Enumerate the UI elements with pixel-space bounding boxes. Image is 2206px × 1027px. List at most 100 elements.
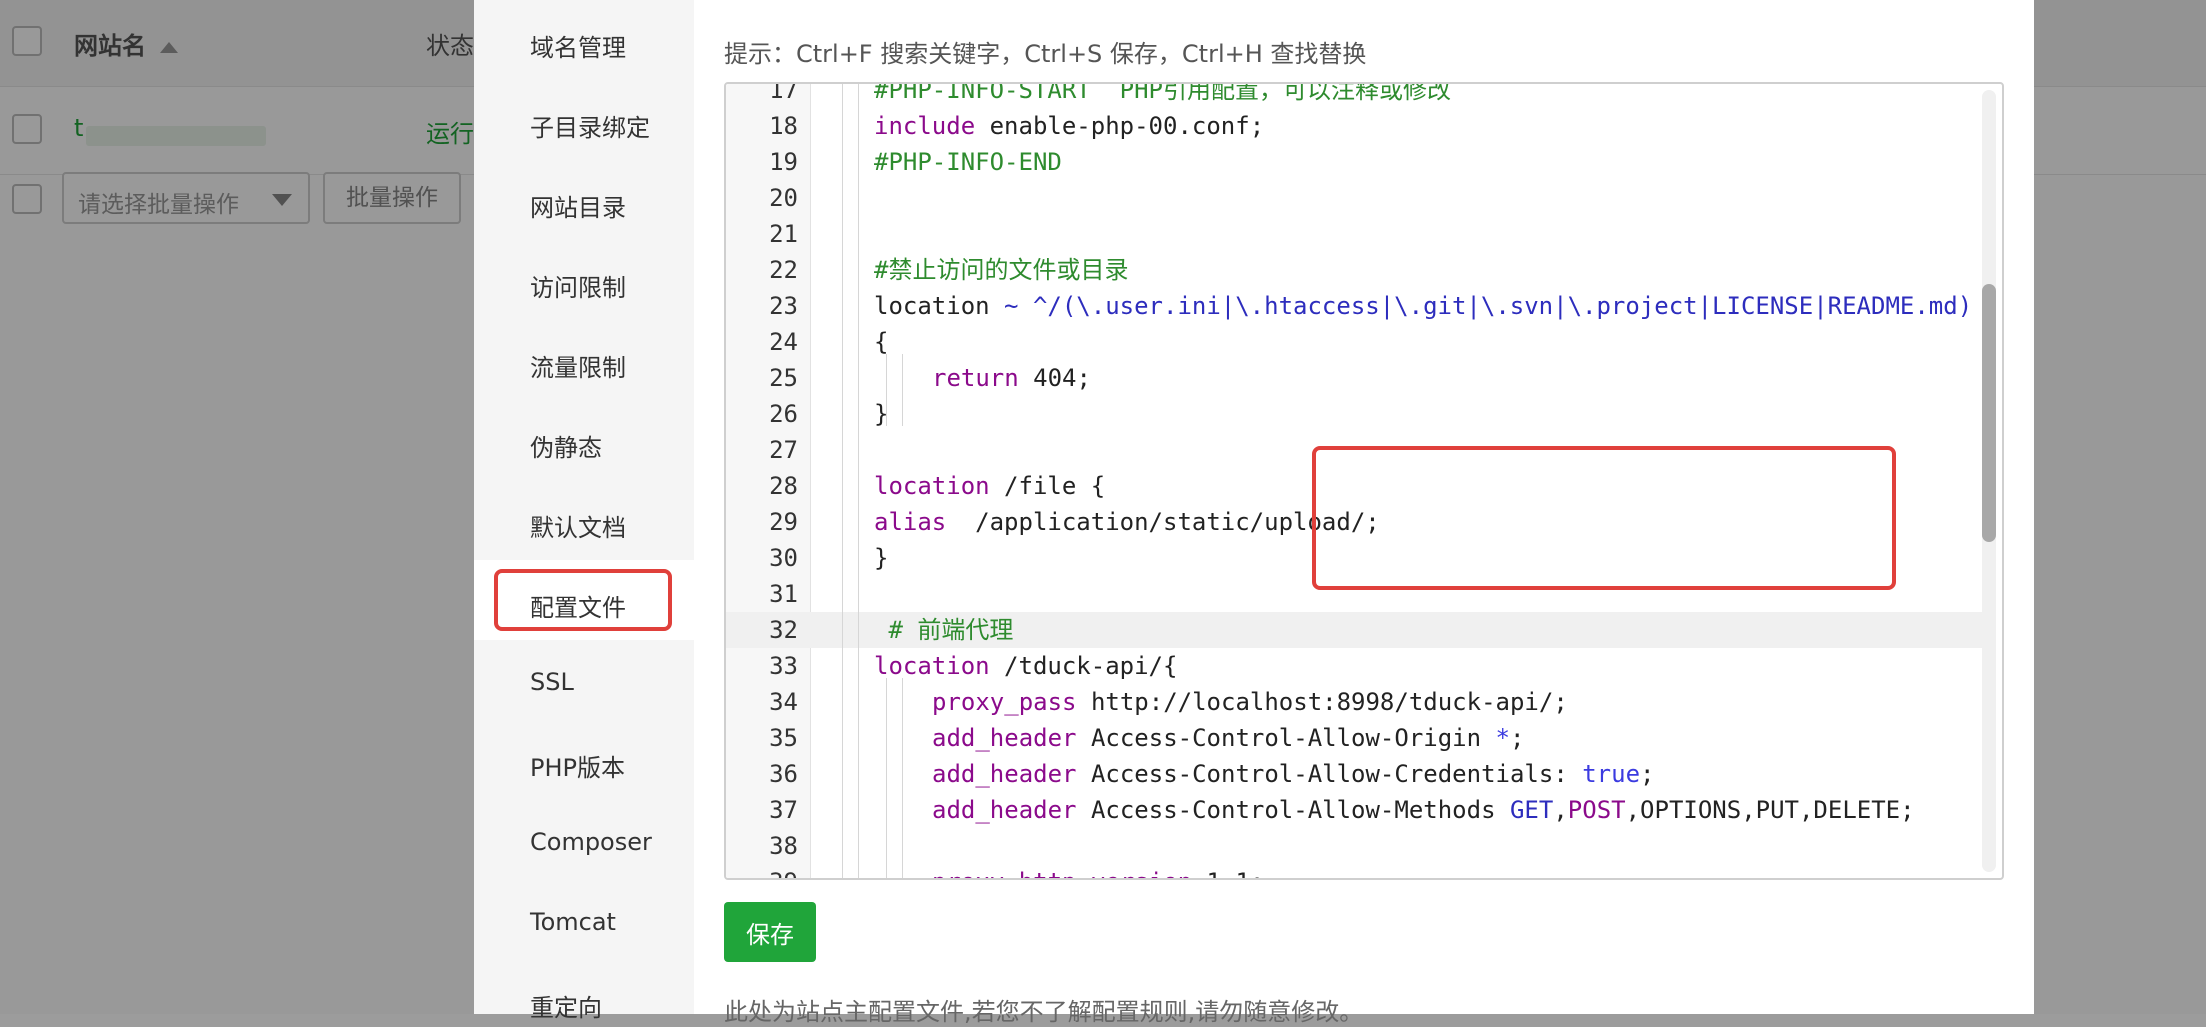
code-literal: true xyxy=(1582,760,1641,788)
indent-guide xyxy=(858,84,859,878)
line-number: 39 xyxy=(726,864,798,878)
code-keyword: alias xyxy=(874,508,947,536)
line-number: 38 xyxy=(769,832,798,860)
code-regex: ~ ^/(\.user.ini|\.htaccess|\.git|\.svn|\… xyxy=(1004,292,1973,320)
line-number: 31 xyxy=(769,580,798,608)
indent-guide xyxy=(842,84,843,878)
sidebar-item-ssl[interactable]: SSL xyxy=(530,668,574,696)
code-keyword: location xyxy=(874,652,990,680)
code-literal: * xyxy=(1495,724,1510,752)
code-line: add_header Access-Control-Allow-Methods … xyxy=(932,792,1915,828)
code-text: http://localhost:8998/tduck-api/; xyxy=(1076,688,1568,716)
code-text: ; xyxy=(1640,760,1655,788)
code-line: include enable-php-00.conf; xyxy=(874,108,1264,144)
code-text: , xyxy=(1553,796,1568,824)
sidebar-item-access-limit[interactable]: 访问限制 xyxy=(530,268,626,303)
code-text: 404; xyxy=(1018,364,1091,392)
indent-guide xyxy=(902,678,903,878)
code-line: #禁止访问的文件或目录 xyxy=(874,252,1128,288)
editor-scrollbar-thumb[interactable] xyxy=(1982,284,1996,542)
code-line: alias /application/static/upload/; xyxy=(874,504,1380,540)
line-number: 32 xyxy=(769,616,798,644)
code-text: enable-php-00.conf; xyxy=(975,112,1265,140)
site-settings-modal: 域名管理 子目录绑定 网站目录 访问限制 流量限制 伪静态 默认文档 配置文件 … xyxy=(474,0,2034,1026)
code-line: proxy_http_version 1.1; xyxy=(932,864,1265,878)
indent-guide xyxy=(886,678,887,878)
sidebar-item-tomcat[interactable]: Tomcat xyxy=(530,908,616,936)
code-line: location /file { xyxy=(874,468,1105,504)
line-number: 17 xyxy=(769,82,798,104)
code-comment: #PHP-INFO-START PHP引用配置，可以注释或修改 xyxy=(874,82,1451,104)
code-text: Access-Control-Allow-Credentials: xyxy=(1076,760,1583,788)
config-file-highlight-box xyxy=(494,569,672,631)
line-number: 22 xyxy=(769,256,798,284)
settings-sidebar: 域名管理 子目录绑定 网站目录 访问限制 流量限制 伪静态 默认文档 配置文件 … xyxy=(474,0,694,1022)
code-line: return 404; xyxy=(932,360,1091,396)
line-number: 36 xyxy=(769,760,798,788)
sidebar-item-domain[interactable]: 域名管理 xyxy=(530,28,626,63)
code-keyword: return xyxy=(932,364,1019,392)
code-comment: # 前端代理 xyxy=(874,616,1014,644)
sidebar-item-traffic-limit[interactable]: 流量限制 xyxy=(530,348,626,383)
sidebar-item-subdirectory[interactable]: 子目录绑定 xyxy=(530,108,650,143)
line-number: 35 xyxy=(769,724,798,752)
line-number: 19 xyxy=(769,148,798,176)
line-number: 23 xyxy=(769,292,798,320)
code-keyword: include xyxy=(874,112,976,140)
line-number: 20 xyxy=(769,184,798,212)
code-literal: GET xyxy=(1509,796,1554,824)
code-line: # 前端代理 xyxy=(874,612,1013,648)
code-text: /tduck-api/{ xyxy=(989,652,1178,680)
code-text: Access-Control-Allow-Origin xyxy=(1076,724,1496,752)
line-number: 33 xyxy=(769,652,798,680)
line-number: 27 xyxy=(769,436,798,464)
code-comment: #PHP-INFO-END xyxy=(874,148,1062,176)
line-number: 28 xyxy=(769,472,798,500)
location-file-highlight-box xyxy=(1312,446,1896,590)
code-text: Access-Control-Allow-Methods xyxy=(1076,796,1510,824)
code-line: location ~ ^/(\.user.ini|\.htaccess|\.gi… xyxy=(874,288,1972,324)
code-keyword: add_header xyxy=(932,760,1077,788)
line-number: 25 xyxy=(769,364,798,392)
line-number: 24 xyxy=(769,328,798,356)
sidebar-item-site-directory[interactable]: 网站目录 xyxy=(530,188,626,223)
line-number: 26 xyxy=(769,400,798,428)
sidebar-item-composer[interactable]: Composer xyxy=(530,828,652,856)
sidebar-item-default-doc[interactable]: 默认文档 xyxy=(530,508,626,543)
code-text: ,OPTIONS,PUT,DELETE; xyxy=(1625,796,1915,824)
code-line: #PHP-INFO-START PHP引用配置，可以注释或修改 xyxy=(874,82,1451,108)
line-number: 21 xyxy=(769,220,798,248)
code-line: location /tduck-api/{ xyxy=(874,648,1177,684)
code-literal: POST xyxy=(1567,796,1626,824)
code-keyword: add_header xyxy=(932,724,1077,752)
editor-scrollbar[interactable] xyxy=(1982,90,1996,872)
sidebar-item-rewrite[interactable]: 伪静态 xyxy=(530,428,602,463)
code-keyword: proxy_pass xyxy=(932,688,1077,716)
code-keyword: proxy_http_version xyxy=(932,868,1192,878)
code-line: } xyxy=(874,544,889,572)
code-comment: #禁止访问的文件或目录 xyxy=(874,256,1129,284)
code-line: proxy_pass http://localhost:8998/tduck-a… xyxy=(932,684,1568,720)
code-line: add_header Access-Control-Allow-Credenti… xyxy=(932,756,1654,792)
code-text: ; xyxy=(1509,724,1525,752)
code-line: } xyxy=(874,400,889,428)
code-keyword: location xyxy=(874,472,990,500)
code-line: add_header Access-Control-Allow-Origin *… xyxy=(932,720,1524,756)
sidebar-item-php-version[interactable]: PHP版本 xyxy=(530,748,625,783)
line-number: 34 xyxy=(769,688,798,716)
line-number: 18 xyxy=(769,112,798,140)
line-number: 29 xyxy=(769,508,798,536)
indent-guide xyxy=(902,354,903,426)
shortcut-hint: 提示：Ctrl+F 搜索关键字，Ctrl+S 保存，Ctrl+H 查找替换 xyxy=(724,40,1367,68)
code-keyword: add_header xyxy=(932,796,1077,824)
save-button[interactable]: 保存 xyxy=(724,902,816,962)
code-line: { xyxy=(874,328,889,356)
code-text: /file { xyxy=(989,472,1106,500)
sidebar-item-redirect[interactable]: 重定向 xyxy=(530,988,602,1023)
line-number: 37 xyxy=(769,796,798,824)
code-text: 1.1; xyxy=(1192,868,1265,878)
line-number: 30 xyxy=(769,544,798,572)
code-line: #PHP-INFO-END xyxy=(874,144,1062,180)
code-text: location xyxy=(874,292,1005,320)
config-warning-note: 此处为站点主配置文件,若您不了解配置规则,请勿随意修改。 xyxy=(724,998,1364,1026)
